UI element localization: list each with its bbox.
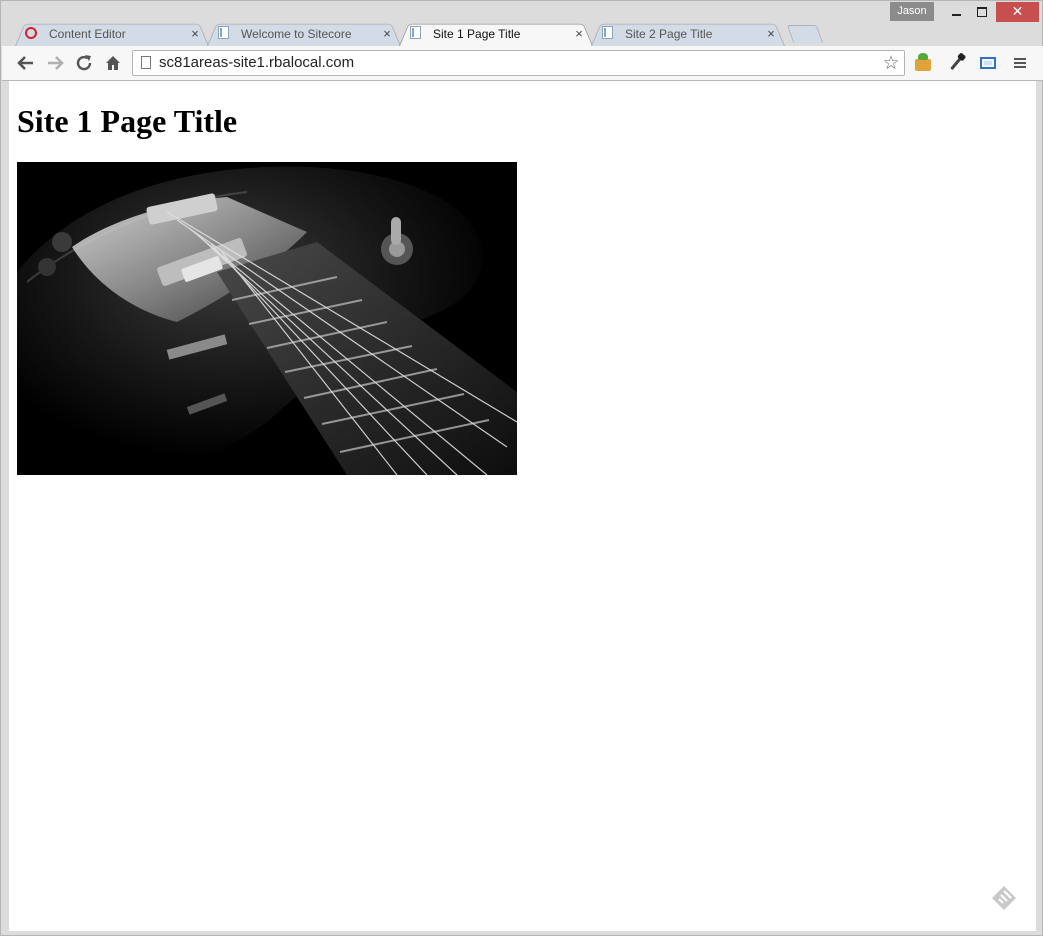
browser-window: Jason ✕ Content Editor × Welcome to Site…	[0, 0, 1043, 936]
close-icon: ✕	[1011, 4, 1024, 20]
page-icon	[217, 26, 231, 40]
tab-site-1-page-title[interactable]: Site 1 Page Title ×	[399, 21, 593, 46]
home-button[interactable]	[103, 53, 123, 73]
page-icon	[601, 26, 615, 40]
minimize-icon	[951, 14, 961, 16]
guitar-photo-graphic	[17, 162, 517, 475]
tab-site-2-page-title[interactable]: Site 2 Page Title ×	[591, 21, 785, 46]
tab-strip: Content Editor × Welcome to Sitecore × S…	[1, 19, 1043, 46]
page-icon	[141, 56, 151, 69]
tab-close-icon[interactable]: ×	[189, 26, 201, 41]
star-icon[interactable]: ☆	[880, 52, 902, 74]
tab-welcome-to-sitecore[interactable]: Welcome to Sitecore ×	[207, 21, 401, 46]
back-button[interactable]	[16, 53, 36, 73]
extension-package-icon[interactable]	[912, 52, 934, 74]
tab-close-icon[interactable]: ×	[573, 26, 585, 41]
screen-capture-icon[interactable]	[977, 52, 999, 74]
maximize-icon	[977, 7, 987, 17]
feedly-icon[interactable]	[989, 883, 1019, 913]
back-arrow-icon	[17, 56, 33, 70]
address-url[interactable]: sc81areas-site1.rbalocal.com	[159, 51, 354, 75]
page-viewport: Site 1 Page Title	[9, 81, 1036, 931]
forward-arrow-icon	[48, 56, 64, 70]
tab-content-editor[interactable]: Content Editor ×	[15, 21, 209, 46]
address-bar[interactable]: sc81areas-site1.rbalocal.com ☆	[132, 50, 905, 76]
sitecore-icon	[25, 26, 39, 40]
reload-button[interactable]	[74, 53, 94, 73]
tab-label: Content Editor	[49, 26, 126, 41]
forward-button[interactable]	[45, 53, 65, 73]
tab-label: Welcome to Sitecore	[241, 26, 352, 41]
menu-icon[interactable]	[1009, 52, 1031, 74]
eyedropper-icon[interactable]	[945, 52, 967, 74]
page-title: Site 1 Page Title	[17, 103, 238, 139]
new-tab-button[interactable]	[786, 25, 824, 43]
home-icon	[106, 56, 120, 70]
reload-icon	[76, 55, 92, 71]
page-icon	[409, 26, 423, 40]
browser-toolbar: sc81areas-site1.rbalocal.com ☆	[2, 46, 1043, 81]
guitar-photo	[17, 162, 517, 475]
tab-label: Site 2 Page Title	[625, 26, 713, 41]
tab-label: Site 1 Page Title	[433, 26, 521, 41]
tab-close-icon[interactable]: ×	[765, 26, 777, 41]
tab-close-icon[interactable]: ×	[381, 26, 393, 41]
